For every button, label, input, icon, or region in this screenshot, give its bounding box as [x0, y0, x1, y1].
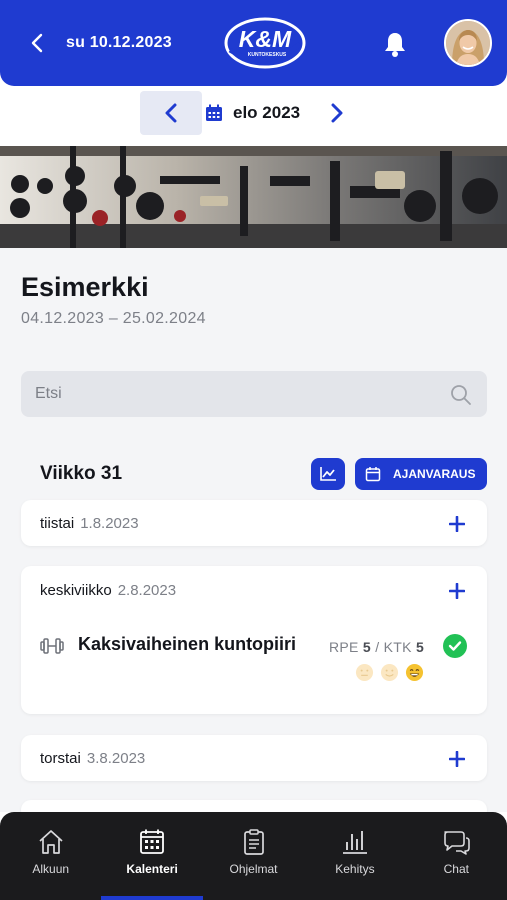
line-chart-icon	[320, 467, 336, 481]
day-heading: tiistai 1.8.2023	[40, 515, 139, 532]
day-heading: keskiviikko 2.8.2023	[40, 582, 176, 599]
progress-chart-button[interactable]	[311, 458, 345, 490]
km-logo: K&M KUNTOKESKUS	[224, 17, 306, 69]
calendar-icon	[206, 104, 222, 121]
next-month-button[interactable]	[325, 100, 349, 126]
day-card-tiistai: tiistai 1.8.2023	[21, 500, 487, 546]
mood-rating	[355, 663, 424, 682]
day-name: keskiviikko	[40, 582, 112, 599]
rpe-value: 5	[362, 639, 371, 655]
nav-chat[interactable]: Chat	[406, 812, 507, 900]
completed-status	[443, 634, 467, 658]
home-icon	[39, 830, 63, 854]
bar-chart-icon	[342, 831, 367, 854]
workout-rpe-ktk: RPE 5 / KTK 5	[329, 639, 424, 655]
day-name: torstai	[40, 750, 81, 767]
search-icon[interactable]	[449, 383, 473, 407]
day-name: tiistai	[40, 515, 75, 532]
avatar[interactable]	[444, 19, 492, 67]
nav-home-label: Alkuun	[32, 862, 70, 876]
nav-progress-label: Kehitys	[335, 862, 375, 876]
booking-button[interactable]: AJANVARAUS	[355, 458, 487, 490]
day-date: 3.8.2023	[86, 750, 146, 767]
dumbbell-icon	[40, 638, 64, 654]
smiling-face-icon	[380, 663, 399, 682]
ktk-value: 5	[415, 639, 425, 655]
calendar-icon	[365, 467, 381, 482]
clipboard-icon	[243, 829, 264, 855]
svg-text:KUNTOKESKUS: KUNTOKESKUS	[248, 52, 287, 58]
nav-chat-label: Chat	[443, 862, 469, 876]
chevron-left-icon	[165, 103, 177, 123]
nav-programs-label: Ohjelmat	[229, 862, 278, 876]
month-label: elo 2023	[233, 103, 301, 122]
day-heading: torstai 3.8.2023	[40, 750, 145, 767]
nav-progress[interactable]: Kehitys	[304, 812, 405, 900]
day-card-torstai: torstai 3.8.2023	[21, 735, 487, 781]
nav-programs[interactable]: Ohjelmat	[203, 812, 304, 900]
program-dates: 04.12.2023 – 25.02.2024	[21, 310, 206, 327]
chat-icon	[444, 831, 471, 855]
booking-button-label: AJANVARAUS	[393, 467, 476, 481]
grinning-face-icon	[405, 663, 424, 682]
rpe-separator: /	[375, 639, 380, 655]
neutral-face-icon	[355, 663, 374, 682]
notifications-button[interactable]	[382, 30, 408, 58]
ktk-label: KTK	[383, 639, 412, 655]
bell-icon	[385, 33, 405, 57]
add-icon[interactable]	[449, 583, 465, 599]
nav-calendar[interactable]: Kalenteri	[101, 812, 203, 900]
day-card-keskiviikko: keskiviikko 2.8.2023 Kaksivaiheinen kunto…	[21, 566, 487, 714]
search-box	[21, 371, 487, 417]
chevron-right-icon	[331, 103, 343, 123]
svg-text:K&M: K&M	[239, 26, 292, 52]
nav-home[interactable]: Alkuun	[0, 812, 101, 900]
month-navigation: elo 2023	[0, 90, 507, 136]
add-icon[interactable]	[449, 516, 465, 532]
workout-name[interactable]: Kaksivaiheinen kuntopiiri	[78, 634, 296, 655]
day-date: 2.8.2023	[117, 582, 177, 599]
previous-month-button[interactable]	[140, 91, 202, 135]
day-date: 1.8.2023	[80, 515, 139, 532]
bottom-navigation: Alkuun Kalenteri Ohjelmat Kehitys Chat	[0, 812, 507, 900]
program-title: Esimerkki	[21, 272, 149, 302]
current-date: su 10.12.2023	[66, 34, 172, 51]
add-icon[interactable]	[449, 751, 465, 767]
rpe-label: RPE	[329, 639, 359, 655]
search-input[interactable]	[21, 371, 441, 417]
top-bar: su 10.12.2023 K&M KUNTOKESKUS	[0, 0, 507, 86]
chevron-left-icon	[31, 33, 43, 53]
checkmark-icon	[448, 641, 462, 651]
week-title: Viikko 31	[40, 463, 123, 484]
profile-photo-icon	[446, 21, 490, 65]
nav-calendar-label: Kalenteri	[126, 862, 178, 876]
calendar-icon	[140, 829, 165, 854]
active-tab-indicator	[101, 896, 203, 900]
gym-banner-image	[0, 146, 507, 248]
back-button[interactable]	[26, 30, 48, 56]
